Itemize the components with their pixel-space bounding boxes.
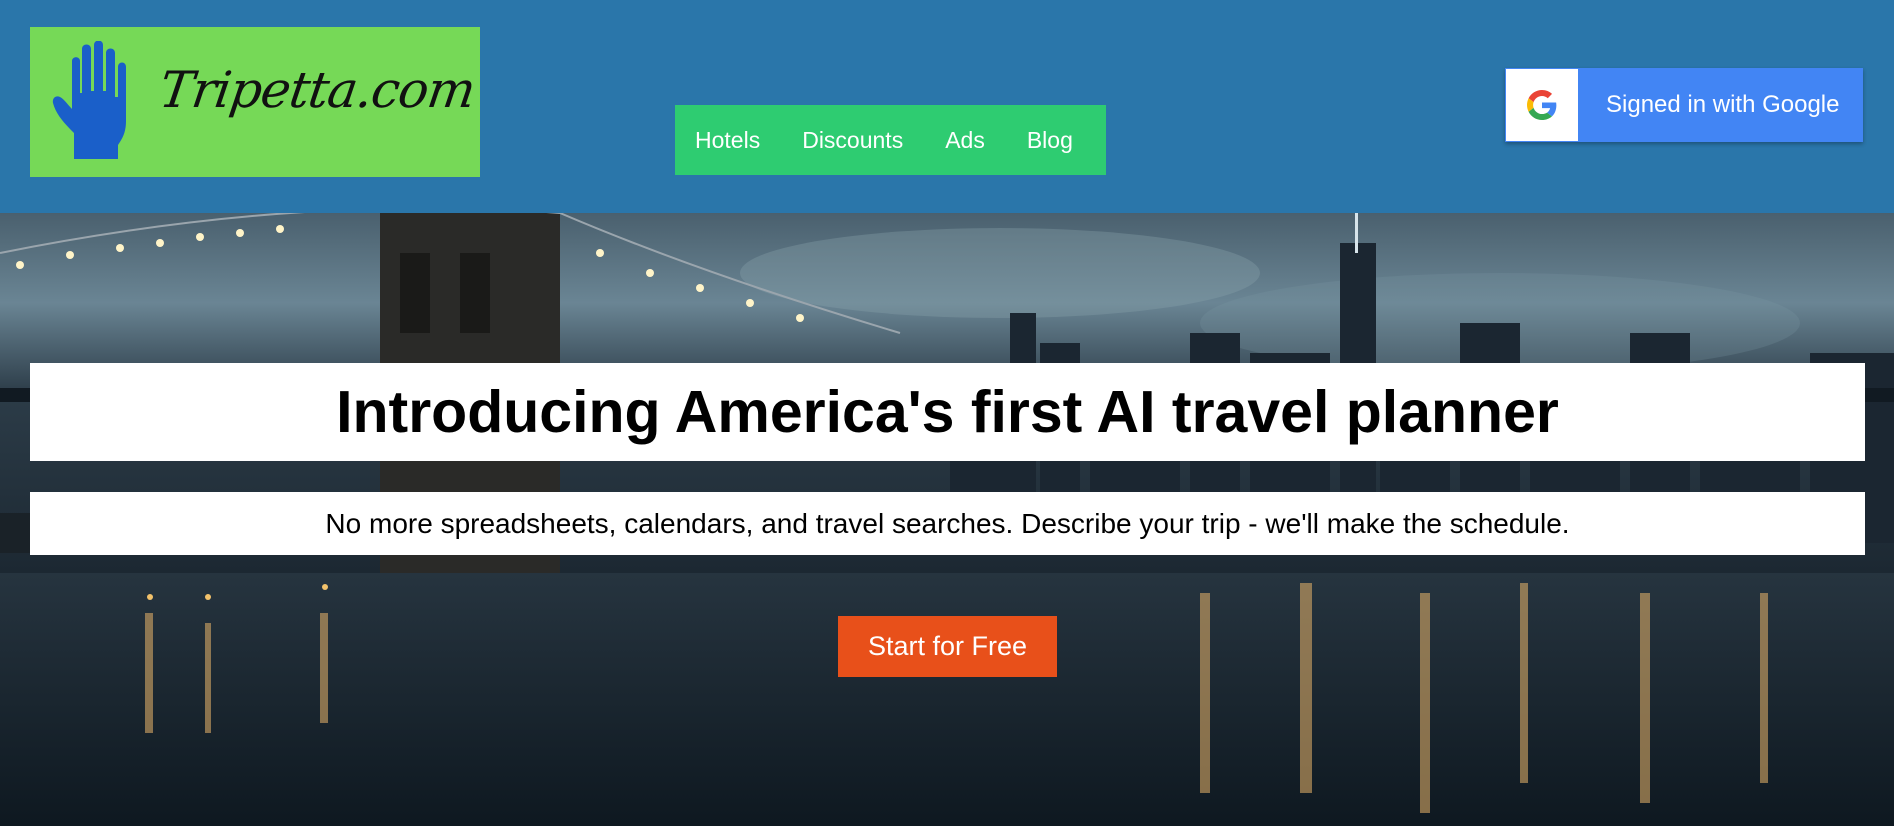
google-signin-button[interactable]: Signed in with Google [1505, 68, 1863, 142]
subheadline-banner: No more spreadsheets, calendars, and tra… [30, 492, 1865, 555]
main-nav: Hotels Discounts Ads Blog [675, 105, 1106, 175]
site-logo[interactable]: Tripetta.com [30, 27, 480, 177]
site-header: Tripetta.com Hotels Discounts Ads Blog S… [0, 0, 1894, 213]
google-g-icon [1527, 90, 1557, 120]
hero-section: Introducing America's first AI travel pl… [0, 213, 1894, 826]
hero-subheadline: No more spreadsheets, calendars, and tra… [325, 507, 1570, 539]
nav-item-blog[interactable]: Blog [1027, 127, 1073, 154]
hand-icon [52, 41, 126, 159]
google-icon-box [1506, 69, 1578, 141]
logo-text: Tripetta.com [155, 61, 479, 119]
nav-item-ads[interactable]: Ads [945, 127, 985, 154]
headline-banner: Introducing America's first AI travel pl… [30, 363, 1865, 461]
page: Tripetta.com Hotels Discounts Ads Blog S… [0, 0, 1894, 826]
start-for-free-button[interactable]: Start for Free [838, 616, 1057, 677]
nav-item-hotels[interactable]: Hotels [695, 127, 760, 154]
nav-item-discounts[interactable]: Discounts [802, 127, 903, 154]
hero-headline: Introducing America's first AI travel pl… [336, 379, 1559, 445]
google-signin-label: Signed in with Google [1606, 91, 1840, 118]
